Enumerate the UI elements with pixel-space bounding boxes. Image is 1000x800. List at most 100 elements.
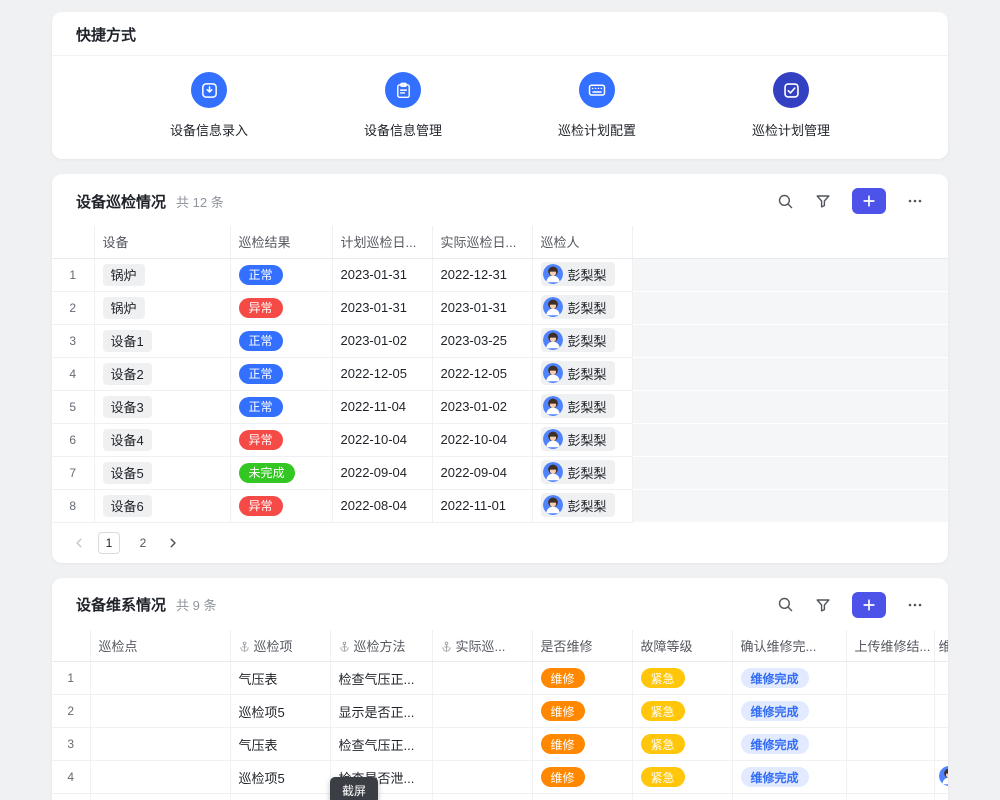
inspection-row[interactable]: 2锅炉异常2023-01-312023-01-31彭梨梨: [52, 291, 948, 324]
shortcut-inspection-plan-config[interactable]: 巡检计划配置: [522, 72, 672, 139]
item-cell[interactable]: 巡检项5: [230, 761, 330, 794]
device-cell[interactable]: 设备4: [94, 423, 230, 456]
upload-cell[interactable]: [846, 794, 934, 800]
item-cell[interactable]: 气压表: [230, 662, 330, 695]
actual-date-cell[interactable]: 2022-09-04: [432, 456, 532, 489]
row-number[interactable]: 3: [52, 324, 94, 357]
repair-done-button[interactable]: 维修完成: [741, 701, 809, 721]
staff-cell[interactable]: [934, 662, 948, 695]
planned-date-cell[interactable]: 2023-01-31: [332, 291, 432, 324]
actual-date-cell[interactable]: 2022-10-04: [432, 423, 532, 456]
point-cell[interactable]: [90, 728, 230, 761]
next-page-button[interactable]: [166, 536, 180, 550]
upload-cell[interactable]: [846, 728, 934, 761]
page-2-button[interactable]: 2: [132, 532, 154, 554]
actual-cell[interactable]: [432, 662, 532, 695]
column-header[interactable]: 实际巡...: [432, 630, 532, 662]
inspection-row[interactable]: 7设备5未完成2022-09-042022-09-04彭梨梨: [52, 456, 948, 489]
row-number[interactable]: 5: [52, 390, 94, 423]
column-header[interactable]: 上传维修结...: [846, 630, 934, 662]
point-cell[interactable]: [90, 794, 230, 800]
shortcut-device-info-manage[interactable]: 设备信息管理: [328, 72, 478, 139]
confirm-cell[interactable]: 维修完成: [732, 761, 846, 794]
search-icon[interactable]: [776, 192, 794, 210]
column-header[interactable]: 故障等级: [632, 630, 732, 662]
column-header[interactable]: 维: [934, 630, 948, 662]
more-icon[interactable]: [906, 596, 924, 614]
column-header[interactable]: 实际巡检日...: [432, 226, 532, 258]
filter-icon[interactable]: [814, 596, 832, 614]
staff-cell[interactable]: [934, 794, 948, 800]
inspector-cell[interactable]: 彭梨梨: [532, 291, 632, 324]
confirm-cell[interactable]: 维修完成: [732, 662, 846, 695]
maintenance-row[interactable]: 2巡检项5显示是否正...维修紧急维修完成: [52, 695, 948, 728]
result-cell[interactable]: 未完成: [230, 456, 332, 489]
actual-date-cell[interactable]: 2022-12-31: [432, 258, 532, 291]
inspection-row[interactable]: 6设备4异常2022-10-042022-10-04彭梨梨: [52, 423, 948, 456]
item-cell[interactable]: 巡检项5: [230, 695, 330, 728]
inspection-row[interactable]: 8设备6异常2022-08-042022-11-01彭梨梨: [52, 489, 948, 522]
row-number[interactable]: 6: [52, 423, 94, 456]
more-icon[interactable]: [906, 192, 924, 210]
maintenance-row[interactable]: 3气压表检查气压正...维修紧急维修完成: [52, 728, 948, 761]
add-record-button[interactable]: [852, 188, 886, 214]
actual-cell[interactable]: [432, 695, 532, 728]
maintenance-row[interactable]: 4巡检项5检查是否泄...维修紧急维修完成: [52, 761, 948, 794]
planned-date-cell[interactable]: 2022-10-04: [332, 423, 432, 456]
method-cell[interactable]: 检查气压正...: [330, 728, 432, 761]
planned-date-cell[interactable]: 2023-01-02: [332, 324, 432, 357]
upload-cell[interactable]: [846, 695, 934, 728]
column-header[interactable]: 设备: [94, 226, 230, 258]
repair-cell[interactable]: 维修: [532, 761, 632, 794]
search-icon[interactable]: [776, 596, 794, 614]
inspector-cell[interactable]: 彭梨梨: [532, 423, 632, 456]
inspection-row[interactable]: 4设备2正常2022-12-052022-12-05彭梨梨: [52, 357, 948, 390]
repair-done-button[interactable]: 维修完成: [741, 767, 809, 787]
result-cell[interactable]: 异常: [230, 423, 332, 456]
point-cell[interactable]: [90, 695, 230, 728]
device-cell[interactable]: 设备5: [94, 456, 230, 489]
row-number[interactable]: 3: [52, 728, 90, 761]
inspector-cell[interactable]: 彭梨梨: [532, 489, 632, 522]
column-header[interactable]: 巡检方法: [330, 630, 432, 662]
staff-cell[interactable]: [934, 728, 948, 761]
level-cell[interactable]: 紧急: [632, 761, 732, 794]
shortcut-inspection-plan-manage[interactable]: 巡检计划管理: [716, 72, 866, 139]
confirm-cell[interactable]: 维修完成: [732, 794, 846, 800]
column-header[interactable]: 确认维修完...: [732, 630, 846, 662]
row-number[interactable]: 5: [52, 794, 90, 800]
actual-cell[interactable]: [432, 794, 532, 800]
level-cell[interactable]: 紧急: [632, 794, 732, 800]
row-number[interactable]: 2: [52, 695, 90, 728]
item-cell[interactable]: 巡检项5: [230, 794, 330, 800]
actual-date-cell[interactable]: 2023-03-25: [432, 324, 532, 357]
add-record-button[interactable]: [852, 592, 886, 618]
level-cell[interactable]: 紧急: [632, 695, 732, 728]
confirm-cell[interactable]: 维修完成: [732, 695, 846, 728]
column-header[interactable]: 是否维修: [532, 630, 632, 662]
staff-cell[interactable]: [934, 761, 948, 794]
planned-date-cell[interactable]: 2022-12-05: [332, 357, 432, 390]
actual-date-cell[interactable]: 2023-01-02: [432, 390, 532, 423]
inspector-cell[interactable]: 彭梨梨: [532, 324, 632, 357]
maintenance-row[interactable]: 1气压表检查气压正...维修紧急维修完成: [52, 662, 948, 695]
planned-date-cell[interactable]: 2022-11-04: [332, 390, 432, 423]
shortcut-device-info-entry[interactable]: 设备信息录入: [134, 72, 284, 139]
inspector-cell[interactable]: 彭梨梨: [532, 357, 632, 390]
item-cell[interactable]: 气压表: [230, 728, 330, 761]
row-number[interactable]: 4: [52, 761, 90, 794]
actual-cell[interactable]: [432, 728, 532, 761]
device-cell[interactable]: 设备1: [94, 324, 230, 357]
device-cell[interactable]: 设备6: [94, 489, 230, 522]
confirm-cell[interactable]: 维修完成: [732, 728, 846, 761]
planned-date-cell[interactable]: 2022-08-04: [332, 489, 432, 522]
row-number[interactable]: 1: [52, 662, 90, 695]
upload-cell[interactable]: [846, 662, 934, 695]
row-number[interactable]: 1: [52, 258, 94, 291]
method-cell[interactable]: 显示是否正...: [330, 695, 432, 728]
result-cell[interactable]: 正常: [230, 357, 332, 390]
inspection-row[interactable]: 3设备1正常2023-01-022023-03-25彭梨梨: [52, 324, 948, 357]
column-header[interactable]: 巡检项: [230, 630, 330, 662]
device-cell[interactable]: 锅炉: [94, 258, 230, 291]
row-number[interactable]: 2: [52, 291, 94, 324]
